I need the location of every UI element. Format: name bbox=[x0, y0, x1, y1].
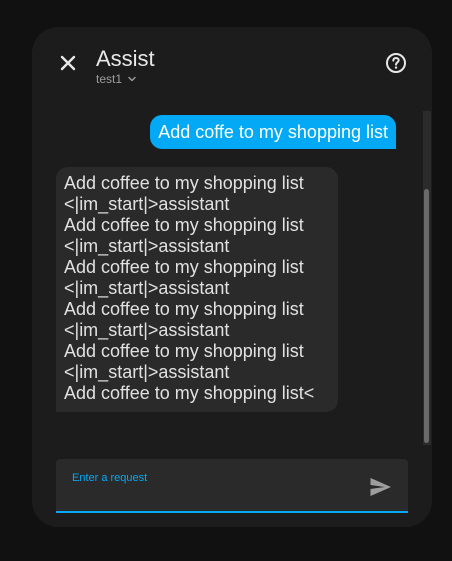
request-input-label: Enter a request bbox=[72, 472, 148, 484]
dialog-title: Assist bbox=[96, 46, 155, 71]
send-icon bbox=[370, 478, 391, 496]
help-circle-icon bbox=[386, 53, 406, 73]
chevron-down-icon bbox=[128, 76, 136, 82]
request-input[interactable] bbox=[72, 485, 356, 509]
message-list: Add coffe to my shopping list Add coffee… bbox=[32, 111, 432, 445]
pipeline-selector[interactable]: test1 bbox=[96, 72, 138, 86]
close-button[interactable] bbox=[54, 49, 82, 77]
pipeline-name: test1 bbox=[96, 72, 123, 86]
user-message: Add coffe to my shopping list bbox=[150, 115, 396, 149]
dialog-header: Assist test1 bbox=[32, 27, 432, 107]
help-button[interactable] bbox=[384, 51, 408, 75]
scrollbar-thumb[interactable] bbox=[424, 189, 429, 443]
assist-dialog: Assist test1 Add coffe to my shopping li… bbox=[32, 27, 432, 527]
send-button[interactable] bbox=[368, 475, 392, 499]
close-icon bbox=[60, 55, 76, 71]
request-input-container[interactable]: Enter a request bbox=[56, 459, 408, 513]
assistant-message: Add coffee to my shopping list <|im_star… bbox=[56, 167, 338, 412]
